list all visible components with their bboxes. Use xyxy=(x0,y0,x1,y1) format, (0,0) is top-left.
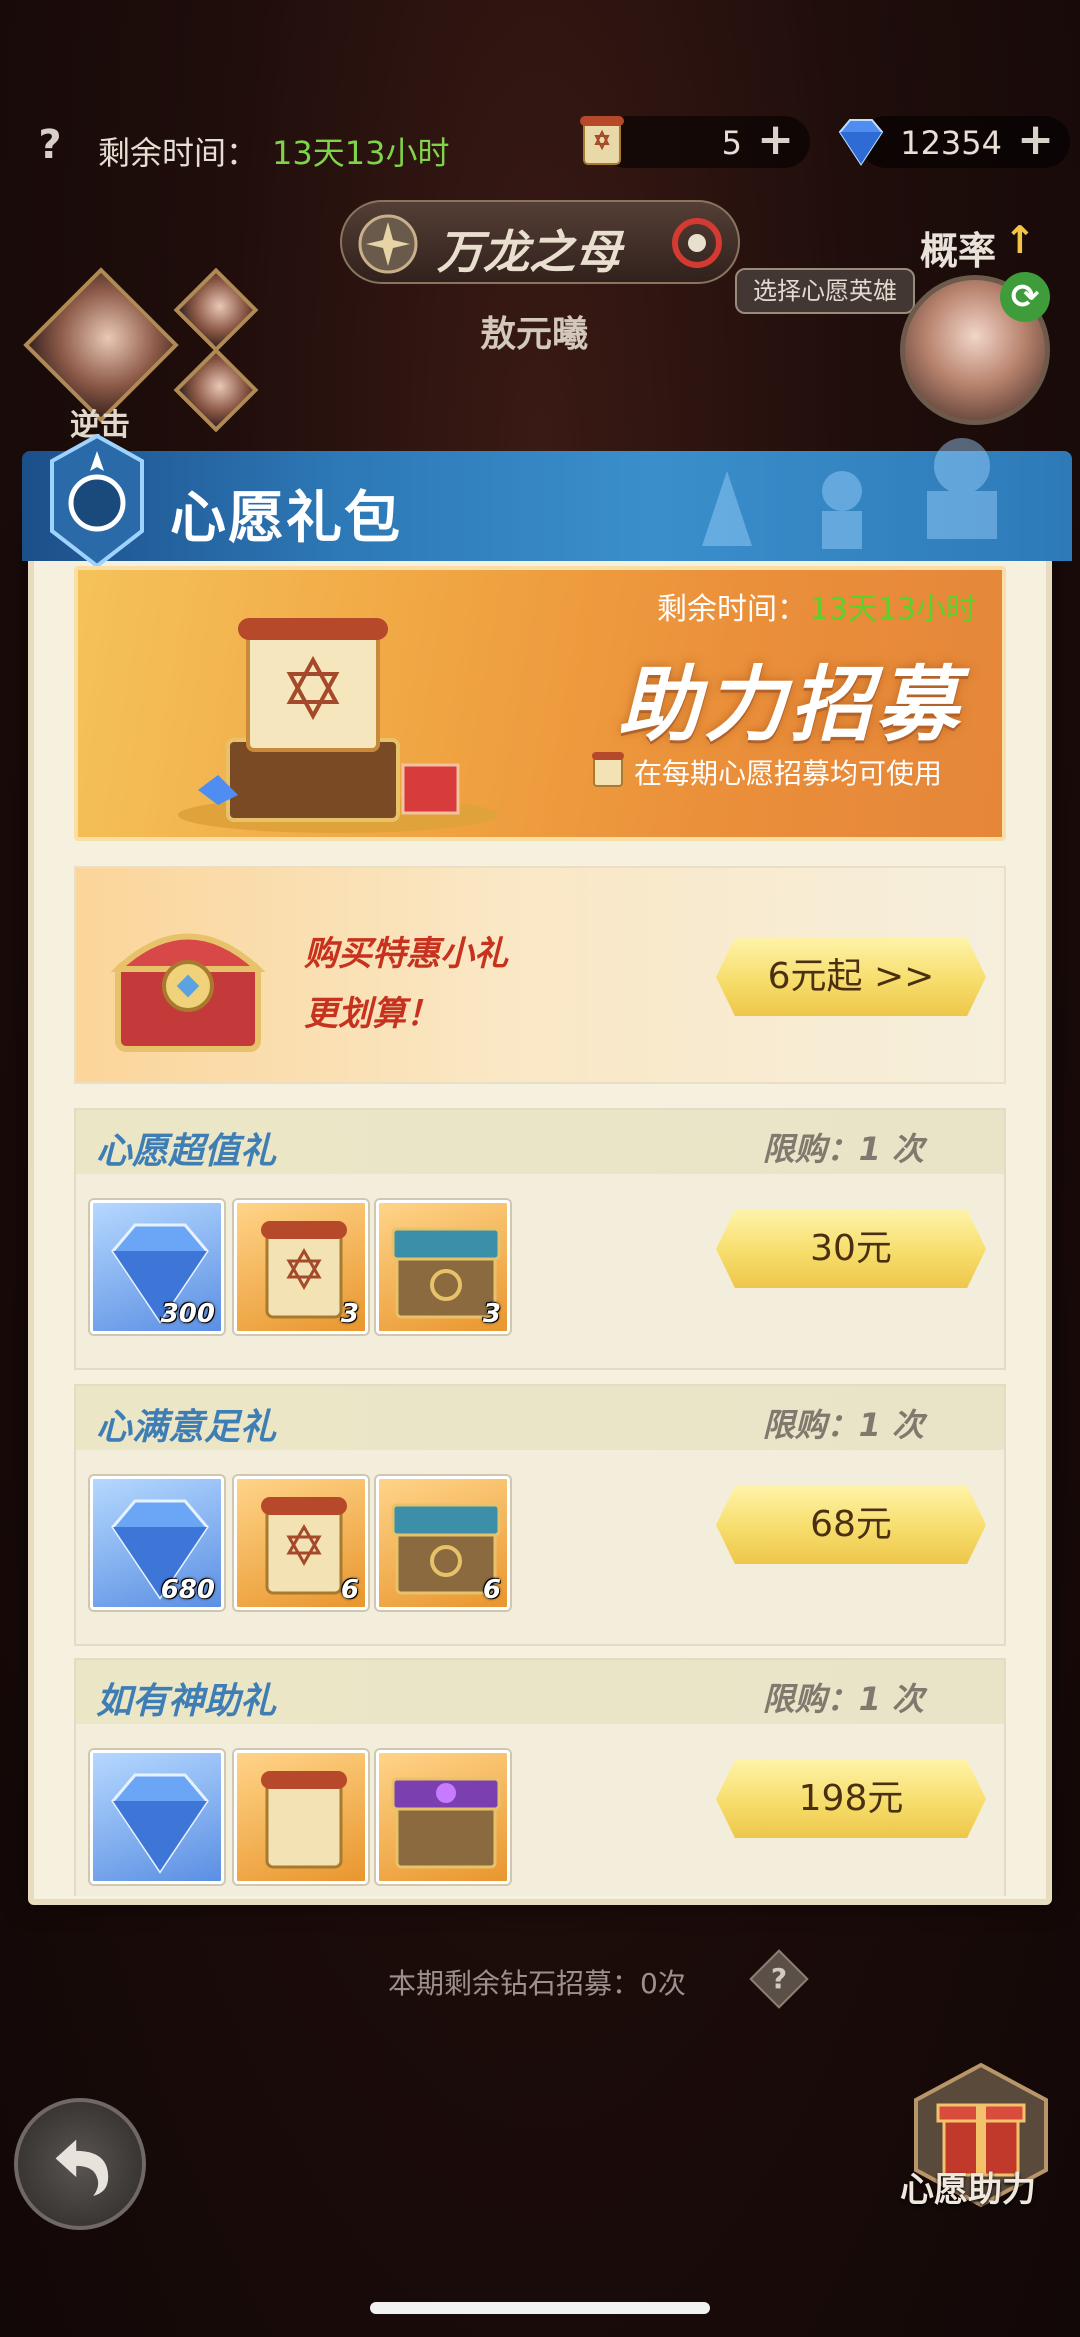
back-button[interactable] xyxy=(14,2098,146,2230)
buy-button[interactable]: 30元 xyxy=(716,1210,986,1288)
gem-count: 12354 xyxy=(900,124,1002,162)
purchase-limit: 限购：1 次 xyxy=(762,1406,924,1444)
remaining-time-label: 剩余时间： xyxy=(98,134,259,172)
remaining-diamond-recruit: 本期剩余钻石招募：0次 xyxy=(388,1967,686,2000)
help-icon[interactable]: ? xyxy=(30,125,70,165)
event-title: 万龙之母 xyxy=(437,225,621,279)
add-gem-button[interactable]: + xyxy=(1017,118,1054,162)
reward-diamond[interactable] xyxy=(90,1750,224,1884)
popup-header: 心愿礼包 xyxy=(22,433,1072,569)
wish-help-label[interactable]: 心愿助力 xyxy=(900,2162,1036,2211)
scroll-icon xyxy=(592,752,624,787)
discount-gift-strip: 购买特惠小礼 更划算！ 6元起 >> xyxy=(74,866,1006,1084)
banner-note: 在每期心愿招募均可使用 xyxy=(634,757,943,790)
decoration-icon xyxy=(702,471,752,546)
deal-text-2: 更划算！ xyxy=(304,994,440,1034)
popup-title: 心愿礼包 xyxy=(170,486,402,551)
back-arrow-icon xyxy=(55,2139,109,2196)
help-icon-glyph: ? xyxy=(770,1962,788,1995)
decoration-icon xyxy=(822,471,862,549)
scroll-icon xyxy=(580,116,624,165)
scroll-count: 5 xyxy=(721,124,742,162)
badge-icon xyxy=(50,433,144,569)
buy-button[interactable]: 68元 xyxy=(716,1486,986,1564)
assist-recruit-banner: 剩余时间： 13天13小时 助力招募 在每期心愿招募均可使用 xyxy=(74,566,1006,841)
treasure-chest-icon xyxy=(178,618,498,833)
select-wish-hero-button[interactable]: 选择心愿英雄 xyxy=(735,268,915,314)
add-scroll-button[interactable]: + xyxy=(757,118,794,162)
item-count: 680 xyxy=(160,1575,215,1605)
gift-name: 心愿超值礼 xyxy=(96,1131,277,1172)
reward-diamond[interactable]: 680 xyxy=(90,1476,224,1610)
remaining-time-value: 13天13小时 xyxy=(272,134,450,172)
emblem-icon xyxy=(358,214,418,274)
refresh-icon[interactable]: ⟳ xyxy=(1000,272,1050,322)
reward-scroll[interactable] xyxy=(234,1750,368,1884)
hero-portrait-small[interactable] xyxy=(173,347,259,433)
gift-list[interactable]: 剩余时间： 13天13小时 助力招募 在每期心愿招募均可使用 购买特惠小礼 更划… xyxy=(34,566,1046,1896)
reward-scroll[interactable]: 6 xyxy=(234,1476,368,1610)
item-count: 6 xyxy=(340,1575,359,1605)
home-indicator[interactable] xyxy=(370,2302,710,2314)
banner-title: 助力招募 xyxy=(618,658,962,753)
help-icon[interactable]: ? xyxy=(749,1949,809,2009)
item-count: 3 xyxy=(482,1299,501,1329)
decoration-icon xyxy=(927,438,997,539)
purple-chest-icon xyxy=(391,1777,501,1869)
diamond-icon xyxy=(838,119,884,166)
chest-icon xyxy=(110,933,266,1052)
gift-card: 如有神助礼 限购：1 次 198元 xyxy=(74,1658,1006,1896)
probability-button[interactable]: 概率 xyxy=(920,220,996,275)
arrow-up-icon: ↑ xyxy=(1004,218,1036,262)
item-count: 6 xyxy=(482,1575,501,1605)
item-count: 300 xyxy=(160,1299,215,1329)
gift-name: 如有神助礼 xyxy=(96,1681,277,1722)
reward-purple-chest[interactable] xyxy=(376,1750,510,1884)
diamond-icon xyxy=(111,1773,209,1874)
purchase-limit: 限购：1 次 xyxy=(762,1680,924,1718)
reward-diamond[interactable]: 300 xyxy=(90,1200,224,1334)
scroll-icon xyxy=(261,1771,347,1869)
wish-gift-popup: 心愿礼包 剩余时间： 13天13小时 助力招募 在每期心愿招募均可使用 购买特惠… xyxy=(22,433,1072,1905)
discount-gift-button[interactable]: 6元起 >> xyxy=(716,938,986,1016)
reward-scroll[interactable]: 3 xyxy=(234,1200,368,1334)
gift-name: 心满意足礼 xyxy=(96,1407,277,1448)
banner-time-label: 剩余时间： xyxy=(657,592,807,627)
gift-card-header: 心满意足礼 限购：1 次 xyxy=(76,1386,1004,1450)
deal-text-1: 购买特惠小礼 xyxy=(304,934,508,974)
event-title-banner: 万龙之母 xyxy=(340,200,740,284)
banner-time-value: 13天13小时 xyxy=(809,592,976,627)
purchase-limit: 限购：1 次 xyxy=(762,1130,924,1168)
top-hud: ? 剩余时间： 13天13小时 5 + 12354 + 万龙之母 敖元曦 逆击 … xyxy=(0,0,1080,443)
item-count: 3 xyxy=(340,1299,359,1329)
dragon-icon xyxy=(672,218,722,268)
hero-name: 敖元曦 xyxy=(480,314,589,355)
gift-card-header: 心愿超值礼 限购：1 次 xyxy=(76,1110,1004,1174)
scroll-currency: 5 + xyxy=(580,116,810,168)
reward-chest[interactable]: 3 xyxy=(376,1200,510,1334)
gem-currency: 12354 + xyxy=(838,116,1070,168)
gift-card: 心满意足礼 限购：1 次 680 6 6 68元 xyxy=(74,1384,1006,1646)
gift-card: 心愿超值礼 限购：1 次 300 3 3 30元 xyxy=(74,1108,1006,1370)
gift-card-header: 如有神助礼 限购：1 次 xyxy=(76,1660,1004,1724)
buy-button[interactable]: 198元 xyxy=(716,1760,986,1838)
reward-chest[interactable]: 6 xyxy=(376,1476,510,1610)
hero-portrait-small[interactable] xyxy=(173,267,259,353)
